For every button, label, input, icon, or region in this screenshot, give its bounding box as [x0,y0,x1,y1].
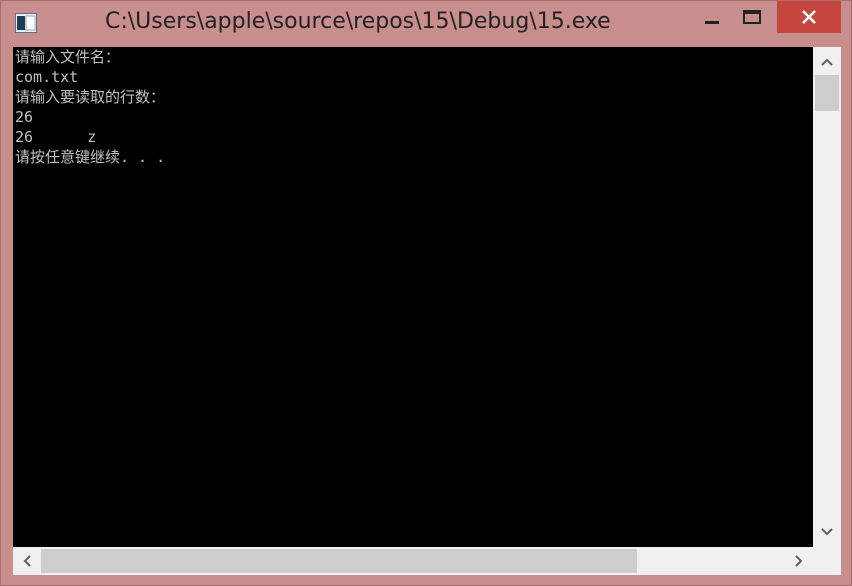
scroll-left-button[interactable] [13,547,41,575]
console-line: 请按任意键继续. . . [15,148,166,166]
console-line: 26 z [15,128,97,146]
console-line: com.txt [15,68,79,86]
console-line: 26 [15,108,34,126]
title-bar[interactable]: C:\Users\apple\source\repos\15\Debug\15.… [1,1,851,47]
scroll-down-button[interactable] [813,517,841,547]
chevron-left-icon [23,555,31,567]
horizontal-scroll-thumb[interactable] [41,549,637,573]
console-output[interactable]: 请输入文件名： com.txt 请输入要读取的行数： 26 26 z 请按任意键… [13,47,813,547]
console-app-icon[interactable] [15,13,37,33]
chevron-right-icon [795,555,803,567]
close-button[interactable] [777,1,841,33]
scroll-right-button[interactable] [785,547,813,575]
chevron-up-icon [821,58,833,66]
minimize-button[interactable] [695,1,729,33]
window-title: C:\Users\apple\source\repos\15\Debug\15.… [105,9,611,34]
console-line: 请输入文件名： [15,48,121,66]
horizontal-scrollbar[interactable] [13,547,813,575]
size-grip[interactable] [813,547,841,575]
minimize-icon [705,21,719,24]
scroll-up-button[interactable] [813,47,841,77]
chevron-down-icon [821,528,833,536]
maximize-button[interactable] [735,1,769,33]
console-line: 请输入要读取的行数： [15,88,166,106]
vertical-scrollbar[interactable] [813,47,841,547]
vertical-scroll-thumb[interactable] [815,75,839,111]
maximize-icon [743,10,761,24]
close-icon [802,10,816,24]
console-window: C:\Users\apple\source\repos\15\Debug\15.… [0,0,852,586]
